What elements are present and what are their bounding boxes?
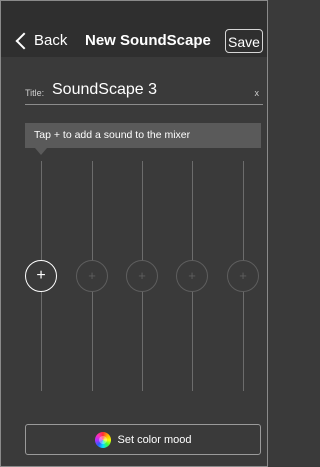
back-button[interactable]: Back <box>15 32 67 49</box>
chevron-left-icon <box>15 32 33 49</box>
title-field[interactable]: Title: SoundScape 3 x <box>25 81 263 103</box>
back-label: Back <box>34 32 68 49</box>
title-field-underline <box>25 104 263 105</box>
set-color-mood-button[interactable]: Set color mood <box>25 424 261 455</box>
save-button[interactable]: Save <box>225 29 263 53</box>
add-sound-button-1[interactable]: + <box>25 260 57 292</box>
title-input[interactable]: SoundScape 3 <box>52 81 157 99</box>
hint-tooltip-pointer <box>35 148 47 155</box>
add-sound-button-3[interactable]: + <box>126 260 158 292</box>
add-sound-button-4[interactable]: + <box>176 260 208 292</box>
navigation-bar: Back New SoundScape Save <box>1 1 267 57</box>
color-wheel-icon <box>94 431 111 448</box>
page-title: New SoundScape <box>85 32 211 49</box>
clear-title-button[interactable]: x <box>255 88 260 98</box>
hint-tooltip: Tap + to add a sound to the mixer <box>25 123 261 148</box>
add-sound-button-5[interactable]: + <box>227 260 259 292</box>
set-color-mood-label: Set color mood <box>117 433 192 446</box>
title-field-label: Title: <box>25 88 45 98</box>
app-screen: Back New SoundScape Save Title: SoundSca… <box>0 0 268 467</box>
add-sound-button-2[interactable]: + <box>76 260 108 292</box>
